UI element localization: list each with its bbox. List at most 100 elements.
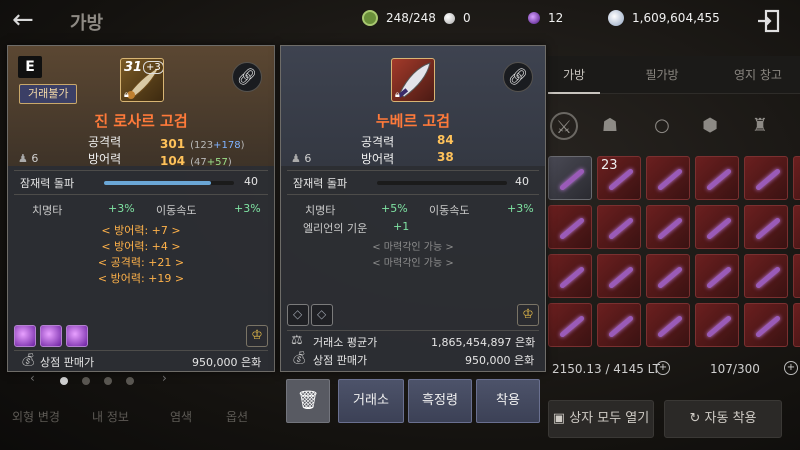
potential-bar: [377, 181, 507, 185]
inventory-slot[interactable]: [597, 254, 641, 298]
inventory-slot[interactable]: [646, 205, 690, 249]
ring-filter-icon[interactable]: ○: [648, 112, 676, 140]
exit-icon[interactable]: [756, 8, 782, 34]
slot-count: 23: [601, 158, 618, 173]
weight-value: 2150.13 / 4145 LT: [552, 362, 661, 376]
option-line: < 마력각인 가능 >: [372, 242, 454, 253]
inventory-slot[interactable]: [793, 254, 800, 298]
auto-equip-button[interactable]: ↻ 자동 착용: [664, 400, 782, 438]
equipped-item-tooltip: E 거래불가 31 +3 🔒︎ 🔗︎ 진 로사르 고검 ♟ 6 공격력 301 …: [7, 45, 275, 372]
page-dot[interactable]: [104, 377, 112, 385]
open-all-label: 상자 모두 열기: [569, 411, 650, 426]
tab-bag[interactable]: 가방: [548, 56, 600, 94]
potential-label: 잠재력 돌파: [293, 177, 348, 190]
potion-filter-icon[interactable]: ♜: [746, 112, 774, 140]
inventory-slot[interactable]: [695, 254, 739, 298]
top-bar: ← 가방 248/248 0 12 1,609,604,455: [0, 0, 800, 40]
gem-filter-icon[interactable]: ⬢: [696, 112, 724, 140]
elion-energy-value: +1: [393, 220, 410, 233]
inventory-slot[interactable]: [695, 156, 739, 200]
inventory-slot[interactable]: [744, 303, 788, 347]
tab-pet-bag[interactable]: 필가방: [632, 56, 692, 94]
item-enhance: +3: [143, 61, 163, 74]
lock-count-value: 6: [31, 152, 39, 165]
silver-value: 1,609,604,455: [632, 11, 720, 25]
rune-icon[interactable]: ♔: [517, 304, 539, 326]
lock-icon: 🔒︎: [124, 90, 129, 100]
attack-label: 공격력: [361, 135, 395, 149]
inventory-slot[interactable]: [597, 205, 641, 249]
empty-gem-socket[interactable]: [311, 304, 333, 326]
item-name: 진 로사르 고검: [94, 112, 188, 130]
page-dot[interactable]: [126, 377, 134, 385]
inventory-slot[interactable]: [744, 254, 788, 298]
open-all-boxes-button[interactable]: ▣ 상자 모두 열기: [548, 400, 654, 438]
armor-filter-icon[interactable]: ☗: [596, 112, 624, 140]
inventory-slot[interactable]: [548, 254, 592, 298]
inventory-slot[interactable]: [548, 303, 592, 347]
gem-socket[interactable]: [40, 325, 62, 347]
inventory-slot[interactable]: [793, 303, 800, 347]
inventory-slot[interactable]: [695, 205, 739, 249]
inventory-slot[interactable]: [744, 205, 788, 249]
inventory-slot[interactable]: [548, 156, 592, 200]
box-icon: ▣: [552, 411, 566, 426]
inventory-slot[interactable]: 23: [597, 156, 641, 200]
link-icon[interactable]: 🔗︎: [503, 62, 533, 92]
option-line: < 마력각인 가능 >: [372, 258, 454, 269]
stamina-value: 248/248: [386, 11, 436, 25]
crit-label: 치명타: [32, 204, 63, 217]
inventory-tabs: 가방 필가방 영지 창고: [548, 56, 800, 94]
money-bag-icon: 💰︎: [291, 351, 308, 366]
inventory-slot[interactable]: [695, 303, 739, 347]
inventory-slot[interactable]: [793, 156, 800, 200]
page-dot[interactable]: [82, 377, 90, 385]
move-speed-label: 이동속도: [156, 204, 197, 217]
tab-my-info[interactable]: 내 정보: [92, 408, 129, 425]
inventory-slot[interactable]: [646, 303, 690, 347]
tab-storage[interactable]: 영지 창고: [718, 56, 798, 94]
prev-page-icon[interactable]: ‹: [30, 371, 35, 385]
move-speed-value: +3%: [507, 202, 534, 215]
market-button[interactable]: 거래소: [338, 379, 404, 423]
inventory-slot[interactable]: [646, 156, 690, 200]
lock-count-value: 6: [304, 152, 312, 165]
add-weight-icon[interactable]: +: [656, 361, 670, 375]
link-icon[interactable]: 🔗︎: [232, 62, 262, 92]
tab-options[interactable]: 옵션: [226, 408, 248, 425]
crystal-counter: 12: [528, 9, 563, 27]
divider: [14, 170, 268, 171]
inventory-slot[interactable]: [548, 205, 592, 249]
gem-socket[interactable]: [14, 325, 36, 347]
equip-button[interactable]: 착용: [476, 379, 540, 423]
weapon-filter-icon[interactable]: ⚔: [550, 112, 578, 140]
crystal-value: 12: [548, 11, 564, 25]
divider: [287, 194, 539, 195]
inventory-slot[interactable]: [646, 254, 690, 298]
defense-bonus: +57: [206, 157, 228, 168]
rune-icon[interactable]: ♔: [246, 325, 268, 347]
stamina-counter: 248/248: [362, 9, 436, 27]
tab-dye[interactable]: 염색: [170, 408, 192, 425]
defense-label: 방어력: [361, 152, 395, 166]
defense-breakdown: (47+57): [190, 157, 232, 168]
empty-gem-socket[interactable]: [287, 304, 309, 326]
add-capacity-icon[interactable]: +: [784, 361, 798, 375]
silver-icon: [608, 10, 624, 26]
scale-icon: ⚖: [291, 333, 303, 348]
sell-price-label: 상점 판매가: [40, 356, 95, 369]
back-arrow-icon[interactable]: ←: [12, 6, 46, 34]
next-page-icon[interactable]: ›: [162, 371, 167, 385]
attack-value: 84: [437, 133, 454, 147]
inventory-slot[interactable]: [597, 303, 641, 347]
trash-icon[interactable]: 🗑︎: [286, 379, 330, 423]
page-dot[interactable]: [60, 377, 68, 385]
black-spirit-button[interactable]: 흑정령: [408, 379, 472, 423]
person-icon: ♟: [291, 152, 301, 165]
gem-socket[interactable]: [66, 325, 88, 347]
tab-appearance[interactable]: 외형 변경: [12, 408, 60, 425]
inventory-slot[interactable]: [793, 205, 800, 249]
filter-row: ⚔ ☗ ○ ⬢ ♜: [548, 104, 800, 148]
inventory-slot[interactable]: [744, 156, 788, 200]
potential-bar-fill: [104, 181, 211, 185]
